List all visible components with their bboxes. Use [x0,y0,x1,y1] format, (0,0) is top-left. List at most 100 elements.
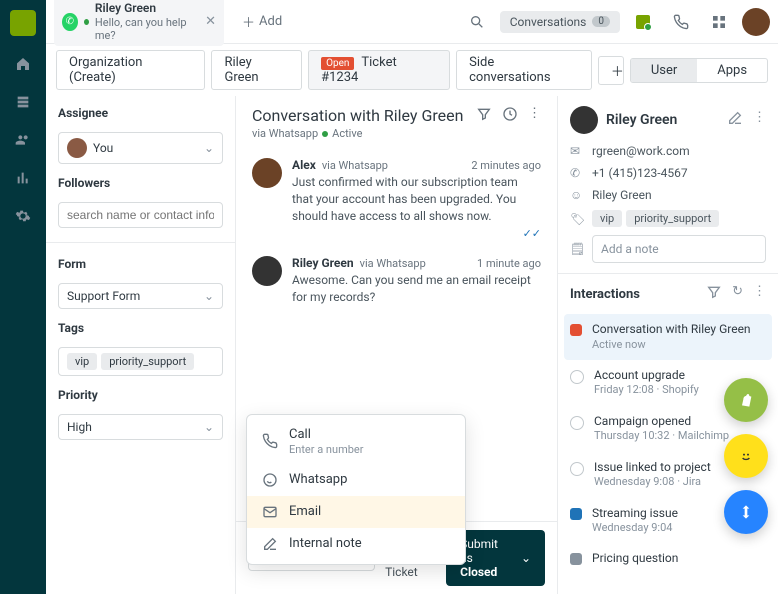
phone-icon [261,433,279,449]
message-body: Just confirmed with our subscription tea… [292,174,541,224]
tab-subtitle: Hello, can you help me? [95,16,195,42]
filter-icon[interactable] [706,284,722,304]
tag-chip[interactable]: priority_support [101,353,194,370]
channel-option-call[interactable]: CallEnter a number [247,419,465,464]
customers-icon[interactable] [13,130,33,150]
email-icon: ✉ [570,144,584,158]
refresh-icon[interactable]: ↻ [732,284,743,304]
priority-select[interactable]: High⌄ [58,414,223,440]
tag-icon: 🏷 [570,212,584,226]
chat-status-icon[interactable] [628,7,658,37]
marker-icon [570,553,582,565]
more-icon[interactable]: ⋮ [753,284,766,304]
followers-field[interactable] [58,202,223,228]
chevron-down-icon: ⌄ [204,141,214,155]
add-tab-button[interactable]: ＋ Add [232,8,292,35]
active-dot-icon [322,131,328,137]
whatsapp-icon: ☺ [570,188,584,202]
admin-icon[interactable] [13,206,33,226]
assignee-field[interactable]: You ⌄ [58,132,223,164]
chevron-down-icon: ⌄ [204,420,214,434]
integration-fabs [724,378,768,534]
conversation-via: via Whatsapp [252,127,318,140]
views-icon[interactable] [13,92,33,112]
message: Alex via Whatsapp 2 minutes ago Just con… [252,150,541,248]
message-time: 2 minutes ago [471,159,541,172]
chevron-down-icon: ⌄ [521,551,531,565]
conversations-chip[interactable]: Conversations 0 [500,11,620,33]
jira-fab[interactable] [724,490,768,534]
tab-title: Riley Green [95,1,195,15]
tab-side-conversations[interactable]: Side conversations [456,50,592,90]
user-avatar[interactable] [742,8,770,36]
home-icon[interactable] [13,54,33,74]
channel-option-email[interactable]: Email [247,496,465,528]
channel-menu: CallEnter a number Whatsapp Email Intern… [246,414,466,565]
mailchimp-fab[interactable] [724,434,768,478]
marker-icon [570,416,584,430]
profile-whatsapp: Riley Green [592,188,652,202]
history-icon[interactable] [502,106,518,126]
tag-chip[interactable]: vip [67,353,97,370]
brand-logo[interactable] [10,10,36,36]
interactions-header: Interactions [570,287,640,302]
profile-avatar [570,106,598,134]
presence-dot [84,19,89,25]
close-icon[interactable]: ✕ [205,14,216,29]
interaction-item[interactable]: Conversation with Riley GreenActive now [564,314,772,360]
channel-option-whatsapp[interactable]: Whatsapp [247,464,465,496]
ticket-properties-panel: Assignee You ⌄ Followers Form Support Fo… [46,96,236,594]
reporting-icon[interactable] [13,168,33,188]
profile-name: Riley Green [606,112,677,128]
followers-input[interactable] [67,208,214,222]
top-bar: ✆ Riley Green Hello, can you help me? ✕ … [46,0,778,44]
workspace-tab[interactable]: ✆ Riley Green Hello, can you help me? ✕ [54,0,224,46]
message: Riley Green via Whatsapp 1 minute ago Aw… [252,248,541,314]
message-body: Awesome. Can you send me an email receip… [292,272,541,306]
conversation-title: Conversation with Riley Green [252,106,463,125]
interaction-item[interactable]: Pricing question [570,543,766,575]
message-author: Alex [292,158,316,172]
more-icon[interactable]: ⋮ [753,110,766,130]
tab-requester[interactable]: Riley Green [211,50,302,90]
add-side-conversation[interactable]: ＋ [598,56,624,85]
tab-organization[interactable]: Organization (Create) [56,50,205,90]
assignee-label: Assignee [58,106,223,120]
form-label: Form [58,257,223,271]
context-tabs: Organization (Create) Riley Green Open T… [46,44,778,96]
tags-field[interactable]: vip priority_support [58,347,223,376]
apps-icon[interactable] [704,7,734,37]
phone-icon: ✆ [570,166,584,180]
seg-apps[interactable]: Apps [697,59,767,82]
whatsapp-icon: ✆ [62,13,78,31]
message-avatar [252,256,282,286]
profile-phone: +1 (415)123-4567 [592,166,688,180]
conversation-panel: Conversation with Riley Green via Whatsa… [236,96,558,594]
filter-icon[interactable] [476,106,492,126]
search-icon[interactable] [462,7,492,37]
followers-label: Followers [58,176,223,190]
ticket-status-badge: Open [321,57,354,70]
marker-icon [570,370,584,384]
add-note-input[interactable]: Add a note [592,235,766,263]
note-icon [261,536,279,552]
phone-icon[interactable] [666,7,696,37]
conversation-status: Active [332,127,362,140]
form-select[interactable]: Support Form⌄ [58,283,223,309]
channel-option-note[interactable]: Internal note [247,528,465,560]
profile-email: rgreen@work.com [592,144,690,158]
whatsapp-icon [261,472,279,488]
tag-chip: priority_support [626,210,719,227]
message-time: 1 minute ago [477,257,541,270]
seg-user[interactable]: User [631,59,697,82]
priority-label: Priority [58,388,223,402]
more-icon[interactable]: ⋮ [528,106,541,126]
edit-icon[interactable] [727,110,743,130]
message-author: Riley Green [292,256,354,270]
left-nav [0,0,46,594]
shopify-fab[interactable] [724,378,768,422]
tab-ticket[interactable]: Open Ticket #1234 [308,50,450,90]
message-via: via Whatsapp [322,159,388,172]
message-via: via Whatsapp [360,257,426,270]
assignee-avatar [67,138,87,158]
